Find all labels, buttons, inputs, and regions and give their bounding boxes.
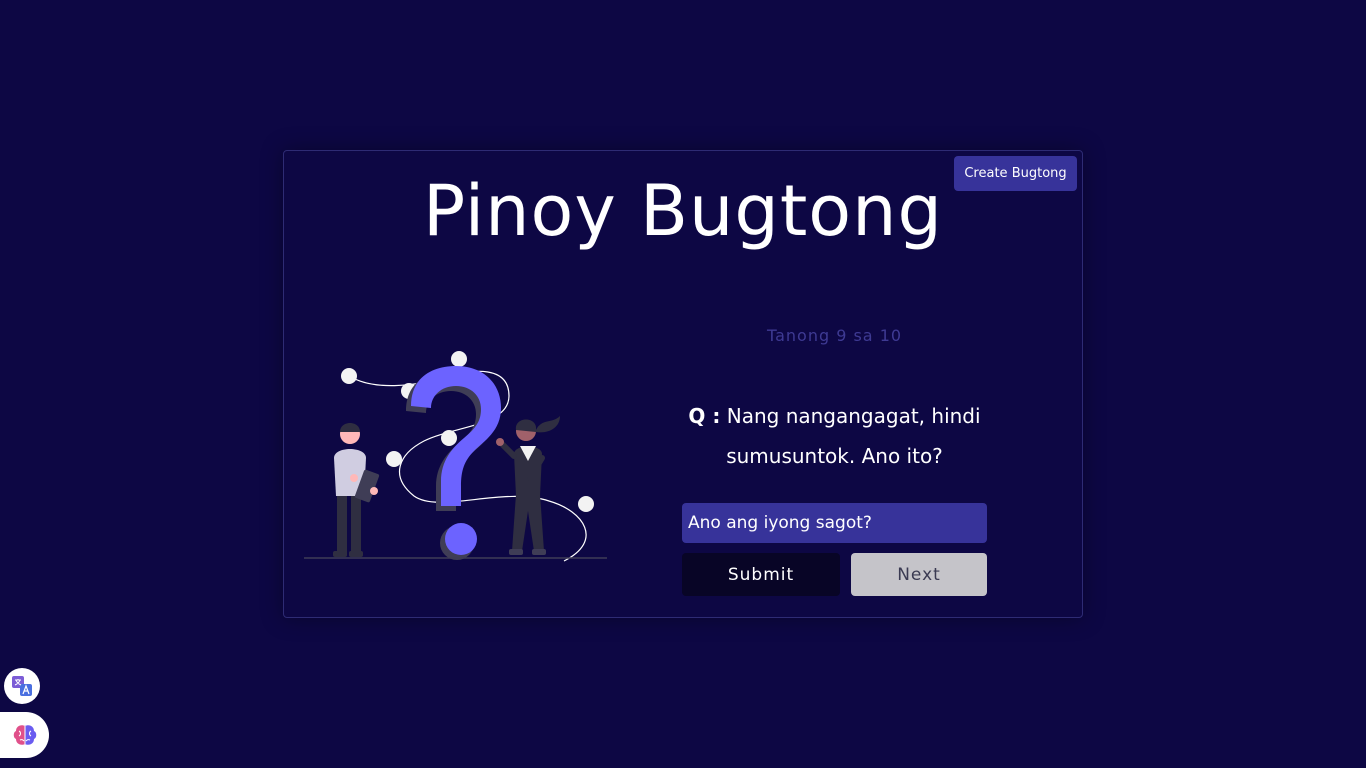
submit-button[interactable]: Submit — [682, 553, 840, 596]
quiz-panel: Tanong 9 sa 10 Q : Nang nangangagat, hin… — [682, 321, 987, 596]
brain-button[interactable] — [0, 712, 49, 758]
page-title: Pinoy Bugtong — [423, 170, 943, 252]
question-label: Q : — [688, 404, 721, 428]
question-text: Q : Nang nangangagat, hindi sumusuntok. … — [682, 396, 987, 476]
question-counter: Tanong 9 sa 10 — [766, 326, 903, 345]
answer-input[interactable] — [682, 503, 987, 543]
brain-icon — [13, 725, 36, 745]
translate-button[interactable] — [4, 668, 40, 704]
quiz-card: Create Bugtong Pinoy Bugtong Tanong 9 sa… — [283, 150, 1083, 618]
question-body: Nang nangangagat, hindi sumusuntok. Ano … — [726, 404, 981, 468]
translate-icon — [12, 676, 32, 696]
action-buttons: Submit Next — [682, 553, 987, 596]
question-illustration — [304, 351, 607, 562]
next-button[interactable]: Next — [851, 553, 987, 596]
